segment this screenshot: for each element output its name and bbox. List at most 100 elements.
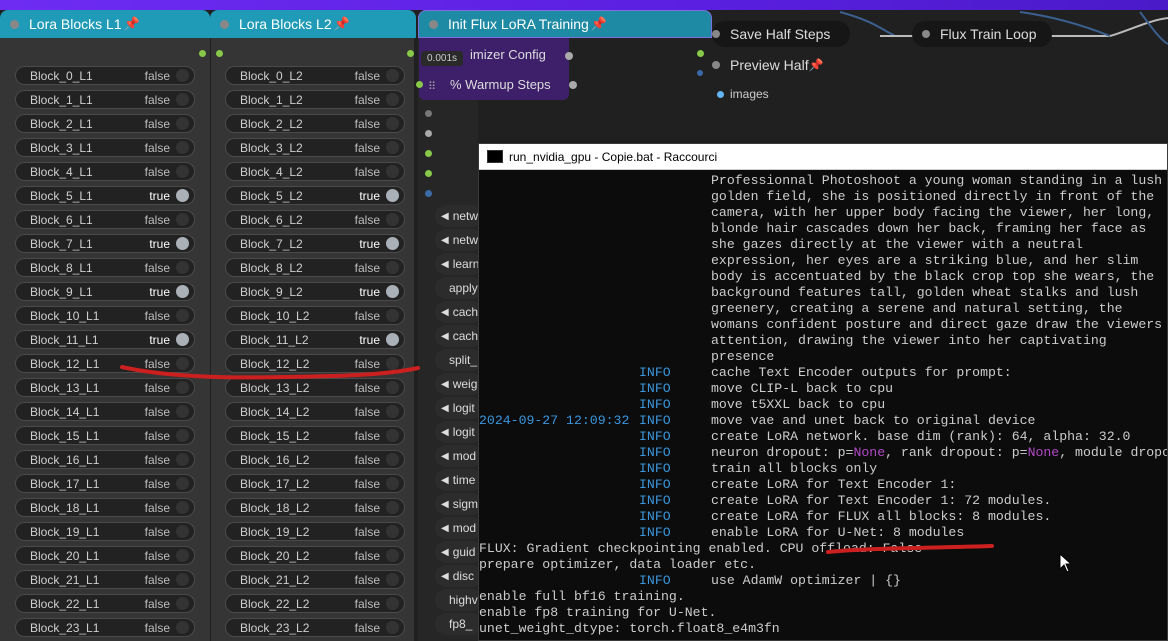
block-toggle[interactable]: Block_8_L1 false [15, 258, 195, 277]
block-toggle[interactable]: Block_12_L1 false [15, 354, 195, 373]
save-half-steps-node[interactable]: Save Half Steps [712, 21, 850, 47]
toggle-knob-icon[interactable] [386, 93, 399, 106]
toggle-knob-icon[interactable] [386, 189, 399, 202]
init-widget[interactable]: split_ [435, 349, 483, 371]
toggle-knob-icon[interactable] [176, 141, 189, 154]
toggle-knob-icon[interactable] [386, 333, 399, 346]
input-slot-dot[interactable] [565, 52, 573, 60]
toggle-knob-icon[interactable] [386, 117, 399, 130]
init-widget[interactable]: ◀ learn [435, 253, 483, 275]
slot-dot[interactable] [425, 110, 432, 117]
left-arrow-icon[interactable]: ◀ [441, 547, 449, 558]
init-widget[interactable]: ◀ logit [435, 421, 483, 443]
toggle-knob-icon[interactable] [386, 621, 399, 634]
block-toggle[interactable]: Block_23_L1 false [15, 618, 195, 637]
block-toggle[interactable]: Block_14_L1 false [15, 402, 195, 421]
toggle-knob-icon[interactable] [176, 309, 189, 322]
toggle-knob-icon[interactable] [386, 237, 399, 250]
toggle-knob-icon[interactable] [176, 477, 189, 490]
block-toggle[interactable]: Block_17_L2 false [225, 474, 405, 493]
block-toggle[interactable]: Block_5_L1 true [15, 186, 195, 205]
slot-dot[interactable] [425, 170, 432, 177]
toggle-knob-icon[interactable] [386, 261, 399, 274]
toggle-knob-icon[interactable] [176, 381, 189, 394]
left-arrow-icon[interactable]: ◀ [441, 571, 449, 582]
block-toggle[interactable]: Block_6_L2 false [225, 210, 405, 229]
left-arrow-icon[interactable]: ◀ [441, 523, 449, 534]
init-widget[interactable]: ◀ logit [435, 397, 483, 419]
block-toggle[interactable]: Block_9_L1 true [15, 282, 195, 301]
lora-blocks-l1-header[interactable]: Lora Blocks L1 📌 [0, 10, 210, 38]
block-toggle[interactable]: Block_16_L1 false [15, 450, 195, 469]
block-toggle[interactable]: Block_3_L1 false [15, 138, 195, 157]
block-toggle[interactable]: Block_10_L1 false [15, 306, 195, 325]
toggle-knob-icon[interactable] [386, 549, 399, 562]
left-arrow-icon[interactable]: ◀ [441, 259, 449, 270]
left-arrow-icon[interactable]: ◀ [441, 475, 449, 486]
block-toggle[interactable]: Block_1_L1 false [15, 90, 195, 109]
block-toggle[interactable]: Block_17_L1 false [15, 474, 195, 493]
drag-grip-icon[interactable]: ⠿ [428, 80, 436, 93]
block-toggle[interactable]: Block_14_L2 false [225, 402, 405, 421]
toggle-knob-icon[interactable] [386, 165, 399, 178]
block-toggle[interactable]: Block_7_L2 true [225, 234, 405, 253]
block-toggle[interactable]: Block_20_L2 false [225, 546, 405, 565]
block-toggle[interactable]: Block_13_L2 false [225, 378, 405, 397]
pin-icon[interactable]: 📌 [334, 16, 350, 32]
toggle-knob-icon[interactable] [386, 405, 399, 418]
flux-train-loop-node[interactable]: Flux Train Loop [912, 21, 1052, 47]
collapse-dot-icon[interactable] [10, 19, 19, 29]
block-toggle[interactable]: Block_4_L1 false [15, 162, 195, 181]
pin-icon[interactable]: 📌 [591, 16, 607, 32]
block-toggle[interactable]: Block_9_L2 true [225, 282, 405, 301]
block-toggle[interactable]: Block_0_L2 false [225, 66, 405, 85]
preview-half-node[interactable]: Preview Half 📌 [712, 52, 840, 78]
block-toggle[interactable]: Block_22_L1 false [15, 594, 195, 613]
pin-icon[interactable]: 📌 [124, 16, 140, 32]
init-widget[interactable]: ◀ sigm [435, 493, 483, 515]
toggle-knob-icon[interactable] [386, 381, 399, 394]
left-arrow-icon[interactable]: ◀ [441, 235, 449, 246]
slot-dot[interactable] [425, 150, 432, 157]
left-arrow-icon[interactable]: ◀ [441, 451, 449, 462]
slot-dot[interactable] [425, 190, 432, 197]
block-toggle[interactable]: Block_1_L2 false [225, 90, 405, 109]
input-slot-dot[interactable] [216, 50, 223, 57]
collapse-dot-icon[interactable] [922, 30, 930, 38]
toggle-knob-icon[interactable] [176, 453, 189, 466]
block-toggle[interactable]: Block_16_L2 false [225, 450, 405, 469]
left-arrow-icon[interactable]: ◀ [441, 499, 449, 510]
output-slot-dot[interactable] [407, 50, 414, 57]
block-toggle[interactable]: Block_12_L2 false [225, 354, 405, 373]
left-arrow-icon[interactable]: ◀ [441, 427, 449, 438]
toggle-knob-icon[interactable] [176, 285, 189, 298]
block-toggle[interactable]: Block_7_L1 true [15, 234, 195, 253]
toggle-knob-icon[interactable] [386, 501, 399, 514]
toggle-knob-icon[interactable] [176, 189, 189, 202]
block-toggle[interactable]: Block_15_L1 false [15, 426, 195, 445]
block-toggle[interactable]: Block_22_L2 false [225, 594, 405, 613]
node-graph-canvas[interactable]: Lora Blocks L1 📌 Block_0_L1 false Block_1_… [0, 0, 1168, 641]
lora-blocks-l2-header[interactable]: Lora Blocks L2 📌 [210, 10, 416, 38]
block-toggle[interactable]: Block_21_L1 false [15, 570, 195, 589]
collapse-dot-icon[interactable] [429, 19, 438, 29]
toggle-knob-icon[interactable] [176, 525, 189, 538]
init-widget[interactable]: ◀ weig [435, 373, 483, 395]
images-slot-dot[interactable] [717, 91, 724, 98]
warmup-steps-input[interactable]: % Warmup Steps [450, 77, 551, 92]
toggle-knob-icon[interactable] [176, 165, 189, 178]
toggle-knob-icon[interactable] [176, 501, 189, 514]
init-widget[interactable]: apply [435, 277, 483, 299]
input-slot-dot[interactable] [416, 81, 423, 88]
block-toggle[interactable]: Block_0_L1 false [15, 66, 195, 85]
block-toggle[interactable]: Block_2_L1 false [15, 114, 195, 133]
block-toggle[interactable]: Block_3_L2 false [225, 138, 405, 157]
init-widget[interactable]: ◀ netw [435, 229, 483, 251]
toggle-knob-icon[interactable] [386, 525, 399, 538]
toggle-knob-icon[interactable] [386, 429, 399, 442]
init-widget[interactable]: ◀ mod [435, 517, 483, 539]
toggle-knob-icon[interactable] [386, 309, 399, 322]
toggle-knob-icon[interactable] [176, 117, 189, 130]
left-arrow-icon[interactable]: ◀ [441, 211, 449, 222]
toggle-knob-icon[interactable] [386, 213, 399, 226]
